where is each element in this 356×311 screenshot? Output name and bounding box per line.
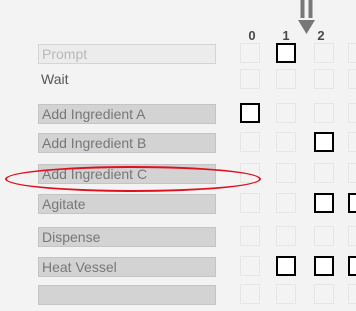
highlight-ellipse: [5, 166, 261, 192]
step-cell[interactable]: [314, 226, 334, 246]
timeline-cursor-icon[interactable]: [298, 0, 316, 36]
step-cell[interactable]: [276, 163, 296, 183]
step-cell-selected[interactable]: [276, 256, 296, 276]
step-cell[interactable]: [240, 43, 260, 63]
step-label[interactable]: Add Ingredient B: [38, 133, 216, 153]
step-label[interactable]: Dispense: [38, 227, 216, 247]
step-cell-selected[interactable]: [348, 193, 356, 213]
step-cell[interactable]: [314, 43, 334, 63]
step-cell[interactable]: [240, 256, 260, 276]
step-cell-selected[interactable]: [348, 256, 356, 276]
step-cell[interactable]: [314, 163, 334, 183]
step-cell-selected[interactable]: [314, 193, 334, 213]
step-cell[interactable]: [314, 284, 334, 304]
step-cell[interactable]: [276, 193, 296, 213]
step-cell[interactable]: [240, 132, 260, 152]
step-cell[interactable]: [348, 43, 356, 63]
step-cell[interactable]: [240, 69, 260, 89]
step-cell[interactable]: [348, 284, 356, 304]
step-cell[interactable]: [240, 193, 260, 213]
step-cell[interactable]: [314, 103, 334, 123]
step-cell[interactable]: [240, 284, 260, 304]
step-cell[interactable]: [348, 103, 356, 123]
step-cell[interactable]: [240, 226, 260, 246]
step-label[interactable]: Wait: [38, 70, 216, 90]
step-cell[interactable]: [276, 132, 296, 152]
step-label[interactable]: Prompt: [38, 44, 216, 64]
step-cell[interactable]: [314, 69, 334, 89]
step-label[interactable]: Agitate: [38, 194, 216, 214]
step-label[interactable]: Add Ingredient A: [38, 104, 216, 124]
step-cell-selected[interactable]: [276, 43, 296, 63]
step-cell-selected[interactable]: [314, 256, 334, 276]
step-label[interactable]: Heat Vessel: [38, 257, 216, 277]
step-cell[interactable]: [348, 163, 356, 183]
step-label[interactable]: [38, 285, 216, 305]
step-cell-selected[interactable]: [240, 103, 260, 123]
column-number-0: 0: [248, 28, 256, 43]
column-number-1: 1: [282, 28, 290, 43]
step-cell[interactable]: [276, 103, 296, 123]
step-cell[interactable]: [348, 226, 356, 246]
step-cell[interactable]: [348, 69, 356, 89]
step-cell[interactable]: [276, 284, 296, 304]
step-cell[interactable]: [276, 69, 296, 89]
step-cell-selected[interactable]: [314, 132, 334, 152]
step-cell[interactable]: [276, 226, 296, 246]
step-cell[interactable]: [348, 132, 356, 152]
